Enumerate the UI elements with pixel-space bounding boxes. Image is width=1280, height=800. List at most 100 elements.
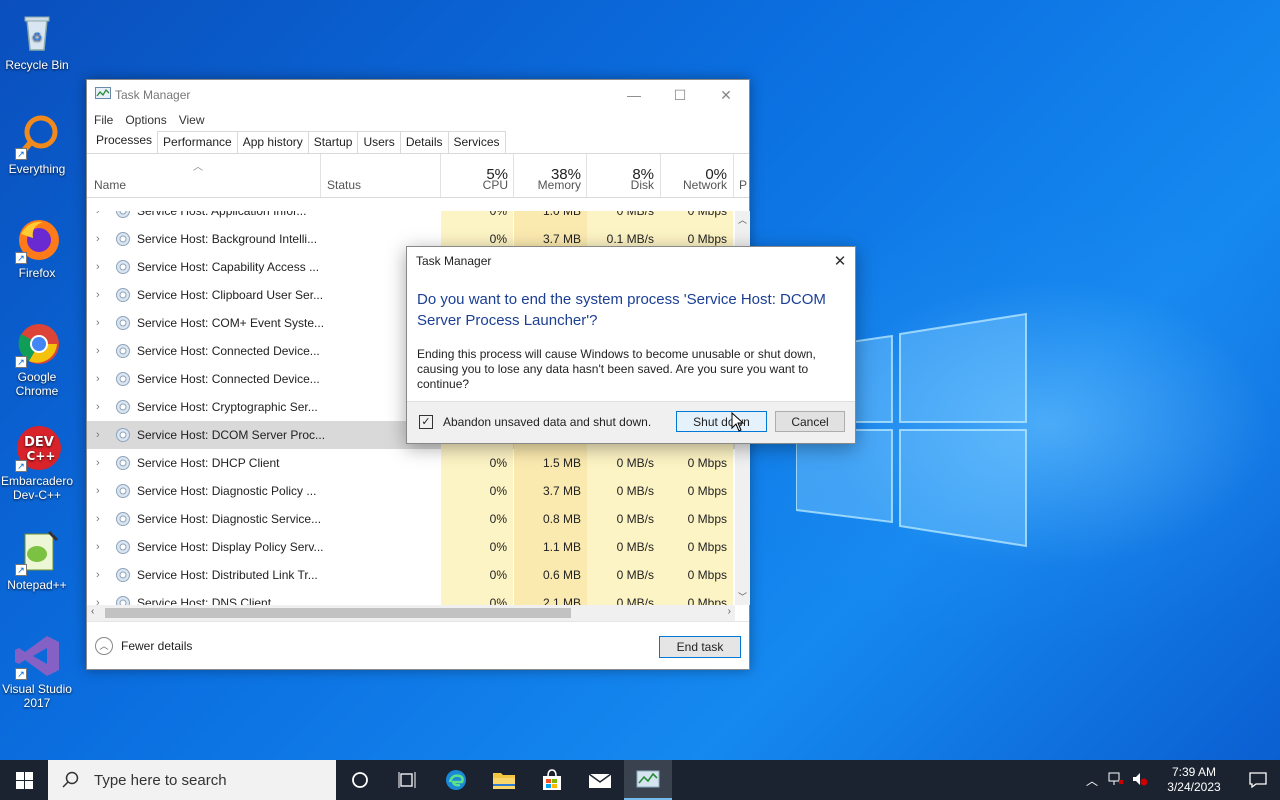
expand-chevron-icon[interactable]: › [96,345,100,357]
table-row[interactable]: 0% 3.7 MB 0 MB/s 0 Mbps › Service Host: Diagn… [87,477,735,505]
maximize-button[interactable]: ☐ [657,80,703,110]
store-icon [543,769,561,790]
checkbox-label: Abandon unsaved data and shut down. [443,415,652,429]
desktop-icon-visual-studio[interactable]: ↗ Visual Studio 2017 [0,632,74,710]
expand-chevron-icon[interactable]: › [96,569,100,581]
disk-cell: 0 MB/s [587,449,660,477]
desktop-icon-chrome[interactable]: ↗ Google Chrome [0,320,74,398]
scroll-left-icon[interactable]: ‹ [91,606,94,617]
column-power[interactable]: P [739,178,749,192]
column-cpu[interactable]: CPU [441,178,508,192]
show-hidden-icons-chevron-up-icon[interactable]: ︿ [1080,772,1104,789]
table-row[interactable]: 0% 1.5 MB 0 MB/s 0 Mbps › Service Host: DHCP … [87,449,735,477]
shortcut-arrow-icon: ↗ [15,460,27,472]
process-name: Service Host: Capability Access ... [137,260,320,274]
volume-muted-icon[interactable] [1128,772,1152,789]
cpu-cell: 0% [441,505,513,533]
tab-performance[interactable]: Performance [157,131,238,153]
tab-processes[interactable]: Processes [90,129,159,153]
tab-services[interactable]: Services [447,131,506,153]
shortcut-arrow-icon: ↗ [15,668,27,680]
minimize-button[interactable]: — [611,80,657,110]
scroll-right-icon[interactable]: › [728,606,731,617]
table-row[interactable]: 0% 1.1 MB 0 MB/s 0 Mbps › Service Host: Displ… [87,533,735,561]
cortana-button[interactable] [336,760,384,800]
fewer-details-link[interactable]: ︿ Fewer details [95,636,192,655]
action-center-button[interactable] [1236,772,1280,788]
column-disk[interactable]: Disk [587,178,654,192]
menu-bar: File Options View [87,110,749,130]
expand-chevron-icon[interactable]: › [96,597,100,605]
close-button[interactable]: ✕ [703,80,749,110]
abandon-data-checkbox[interactable]: ✓ Abandon unsaved data and shut down. [419,415,651,429]
taskbar-search-box[interactable]: Type here to search [48,760,336,800]
menu-options[interactable]: Options [125,113,166,127]
taskbar-task-manager[interactable] [624,760,672,800]
column-status[interactable]: Status [327,178,361,192]
desktop-icon-devcpp[interactable]: DEV C++ ↗ Embarcadero Dev-C++ [0,424,74,502]
taskbar-file-explorer[interactable] [480,760,528,800]
column-memory[interactable]: Memory [514,178,581,192]
horizontal-scroll-thumb[interactable] [105,608,571,618]
dialog-close-icon[interactable]: ✕ [825,252,855,270]
expand-chevron-icon[interactable]: › [96,541,100,553]
taskbar-edge[interactable] [432,760,480,800]
tab-details[interactable]: Details [399,131,449,153]
desktop-icon-everything[interactable]: ↗ Everything [0,112,74,176]
network-cell: 0 Mbps [660,561,733,589]
menu-view[interactable]: View [179,113,205,127]
scroll-up-icon[interactable]: ︿ [738,213,747,226]
expand-chevron-icon[interactable]: › [96,513,100,525]
desktop-icon-recycle-bin[interactable]: ♻ Recycle Bin [0,8,74,72]
expand-chevron-icon[interactable]: › [96,211,100,217]
horizontal-scrollbar[interactable]: ‹ › [87,605,735,621]
cancel-button[interactable]: Cancel [775,411,845,432]
column-network[interactable]: Network [660,178,727,192]
network-cell: 0 Mbps [660,211,733,225]
tab-users[interactable]: Users [357,131,401,153]
checkmark-icon[interactable]: ✓ [419,415,433,429]
taskbar-store[interactable] [528,760,576,800]
service-gear-icon [115,595,131,605]
table-row[interactable]: 0% 0.8 MB 0 MB/s 0 Mbps › Service Host: Diagn… [87,505,735,533]
end-task-button[interactable]: End task [659,636,741,658]
table-row[interactable]: 0% 0.6 MB 0 MB/s 0 Mbps › Service Host: Distr… [87,561,735,589]
expand-chevron-icon[interactable]: › [96,373,100,385]
cpu-cell: 0% [441,449,513,477]
shut-down-button[interactable]: Shut down [676,411,767,432]
desktop-icon-firefox[interactable]: ↗ Firefox [0,216,74,280]
tab-startup[interactable]: Startup [307,131,359,153]
expand-chevron-icon[interactable]: › [96,485,100,497]
expand-chevron-icon[interactable]: › [96,317,100,329]
title-bar[interactable]: Task Manager — ☐ ✕ [87,80,749,110]
desktop-icon-label: Embarcadero Dev-C++ [0,474,74,502]
desktop-icon-notepadpp[interactable]: ↗ Notepad++ [0,528,74,592]
process-name: Service Host: DHCP Client [137,456,280,470]
expand-chevron-icon[interactable]: › [96,429,100,441]
network-icon[interactable] [1104,772,1128,789]
task-view-button[interactable] [384,760,432,800]
expand-chevron-icon[interactable]: › [96,401,100,413]
desktop-icon-label: Notepad++ [7,578,67,592]
process-name: Service Host: DNS Client [137,596,272,605]
menu-file[interactable]: File [94,113,113,127]
tab-app-history[interactable]: App history [236,131,309,153]
expand-chevron-icon[interactable]: › [96,233,100,245]
clock[interactable]: 7:39 AM 3/24/2023 [1156,765,1232,795]
memory-cell: 1.5 MB [514,449,587,477]
column-name[interactable]: Name [94,178,126,192]
expand-chevron-icon[interactable]: › [96,457,100,469]
expand-chevron-icon[interactable]: › [96,289,100,301]
dialog-title-bar[interactable]: Task Manager ✕ [407,247,855,275]
memory-cell: 1.0 MB [514,211,587,225]
process-name: Service Host: Connected Device... [137,372,320,386]
taskbar-mail[interactable] [576,760,624,800]
mouse-cursor-icon [731,412,745,432]
table-row[interactable]: 0% 2.1 MB 0 MB/s 0 Mbps › Service Host: DNS C… [87,589,735,605]
start-button[interactable] [0,760,48,800]
scroll-down-icon[interactable]: ﹀ [738,590,747,603]
table-row[interactable]: 0% 1.0 MB 0 MB/s 0 Mbps › Service Host: Appli… [87,211,735,225]
task-view-icon [398,772,416,788]
expand-chevron-icon[interactable]: › [96,261,100,273]
recycle-bin-icon: ♻ [13,8,61,56]
